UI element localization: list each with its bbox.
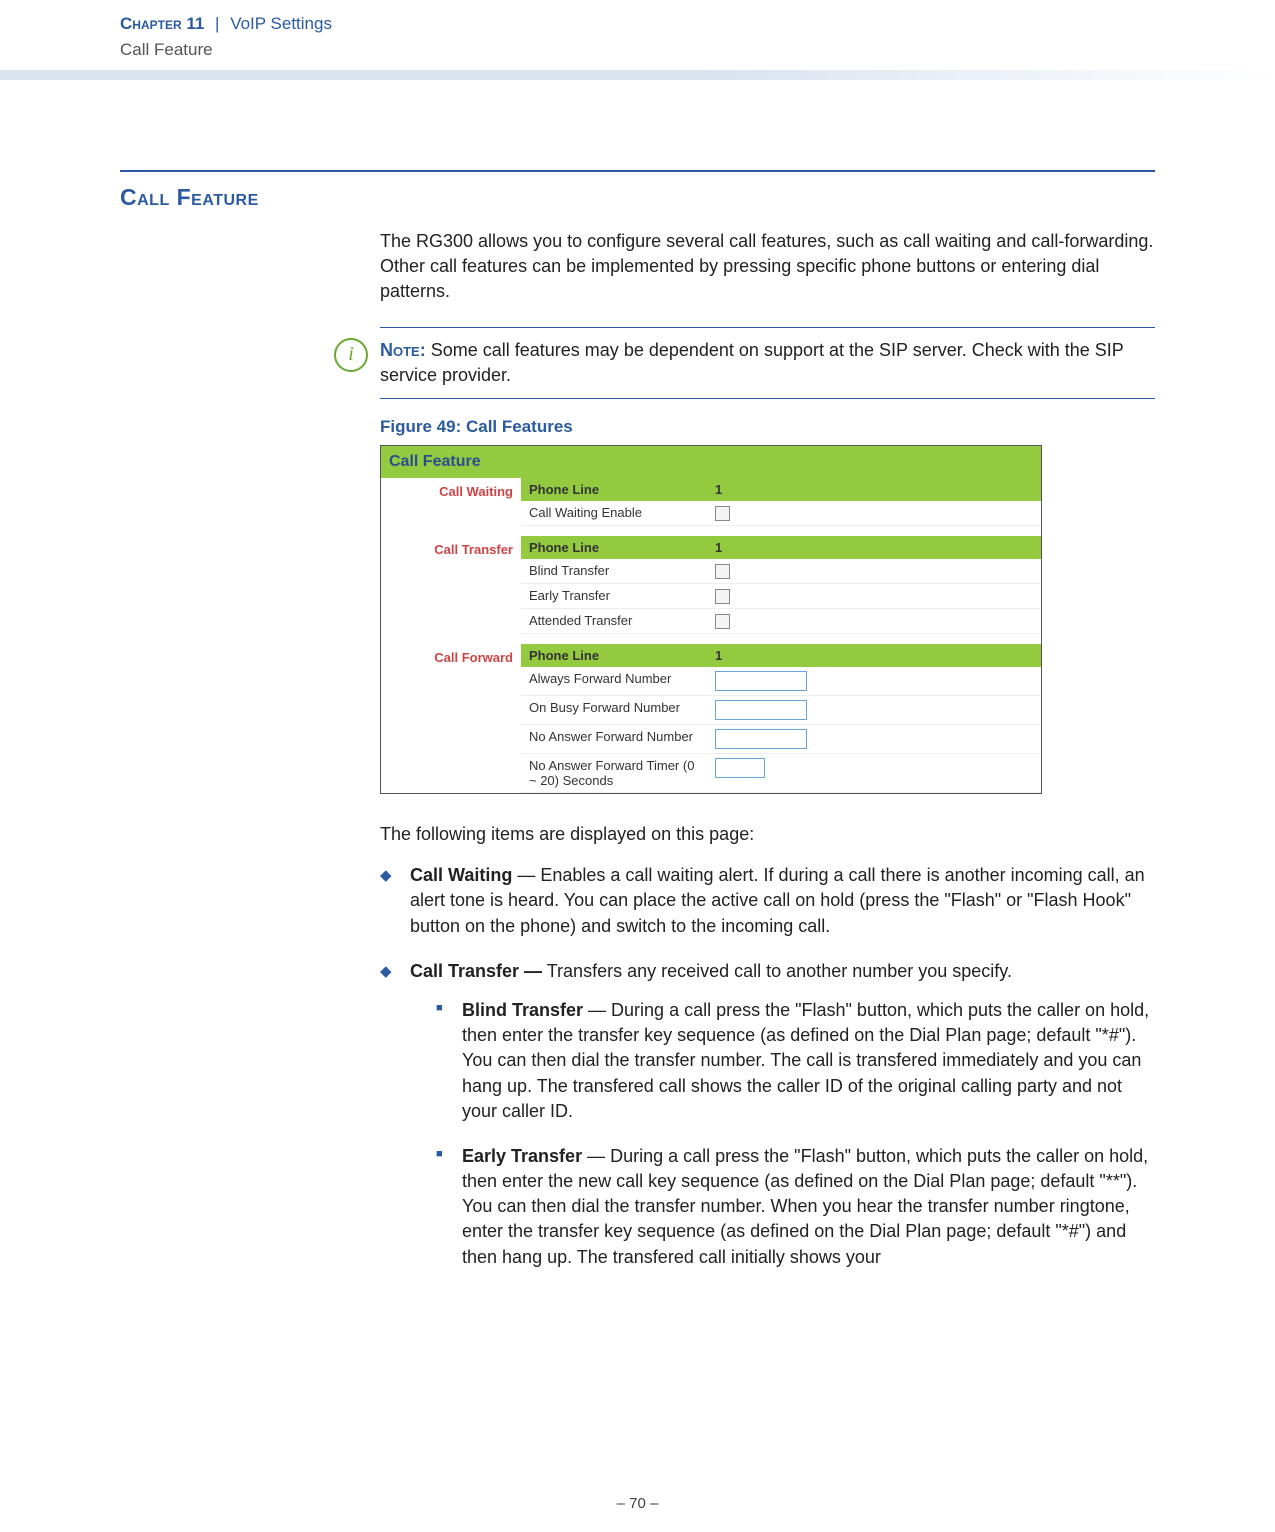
- figure-row: Always Forward Number: [521, 667, 1041, 696]
- page-header: Chapter 11 | VoIP Settings: [0, 0, 1275, 40]
- figure-row-label: No Answer Forward Timer (0 ~ 20) Seconds: [521, 754, 707, 792]
- list-item: Call Waiting — Enables a call waiting al…: [380, 863, 1155, 939]
- figure-section-call-waiting: Call Waiting Phone Line 1 Call Waiting E…: [381, 478, 1041, 536]
- sub-list: Blind Transfer — During a call press the…: [410, 998, 1155, 1270]
- items-intro: The following items are displayed on thi…: [380, 824, 1155, 845]
- figure-call-features: Call Feature Call Waiting Phone Line 1 C…: [380, 445, 1042, 794]
- item-title: Call Transfer —: [410, 961, 542, 981]
- chapter-title: VoIP Settings: [230, 14, 332, 33]
- item-list: Call Waiting — Enables a call waiting al…: [380, 863, 1155, 1270]
- call-waiting-enable-checkbox[interactable]: [715, 506, 730, 521]
- figure-row: Blind Transfer: [521, 559, 1041, 584]
- phone-line-value: 1: [707, 536, 1041, 559]
- figure-phone-line-row: Phone Line 1: [521, 536, 1041, 559]
- item-sep: —: [512, 865, 540, 885]
- phone-line-label: Phone Line: [521, 644, 707, 667]
- note-text: Note: Some call features may be dependen…: [380, 338, 1155, 388]
- figure-caption: Figure 49: Call Features: [380, 417, 1275, 437]
- page-subtitle: Call Feature: [0, 40, 1275, 70]
- figure-phone-line-row: Phone Line 1: [521, 644, 1041, 667]
- note-label: Note:: [380, 340, 426, 360]
- page: Chapter 11 | VoIP Settings Call Feature …: [0, 0, 1275, 1532]
- chapter-label: Chapter 11: [120, 14, 204, 33]
- figure-header: Call Feature: [381, 446, 1041, 478]
- on-busy-forward-number-input[interactable]: [715, 700, 807, 720]
- note-body: Some call features may be dependent on s…: [380, 340, 1123, 385]
- no-answer-forward-timer-input[interactable]: [715, 758, 765, 778]
- figure-row: Early Transfer: [521, 584, 1041, 609]
- figure-row-label: No Answer Forward Number: [521, 725, 707, 753]
- list-item: Call Transfer — Transfers any received c…: [380, 959, 1155, 1270]
- section-title: Call Feature: [120, 184, 1275, 211]
- figure-row: On Busy Forward Number: [521, 696, 1041, 725]
- phone-line-value: 1: [707, 478, 1041, 501]
- figure-row: Attended Transfer: [521, 609, 1041, 634]
- subitem-sep: —: [582, 1146, 610, 1166]
- figure-row: No Answer Forward Number: [521, 725, 1041, 754]
- figure-side-label: Call Waiting: [381, 478, 521, 536]
- figure-side-label: Call Forward: [381, 644, 521, 793]
- subitem-sep: —: [583, 1000, 611, 1020]
- info-icon: i: [334, 338, 368, 372]
- early-transfer-checkbox[interactable]: [715, 589, 730, 604]
- figure-side-label: Call Transfer: [381, 536, 521, 644]
- figure-section-call-transfer: Call Transfer Phone Line 1 Blind Transfe…: [381, 536, 1041, 644]
- item-title: Call Waiting: [410, 865, 512, 885]
- phone-line-value: 1: [707, 644, 1041, 667]
- section-rule: [120, 170, 1155, 172]
- always-forward-number-input[interactable]: [715, 671, 807, 691]
- figure-row-label: Early Transfer: [521, 584, 707, 608]
- phone-line-label: Phone Line: [521, 536, 707, 559]
- figure-section-call-forward: Call Forward Phone Line 1 Always Forward…: [381, 644, 1041, 793]
- figure-row: No Answer Forward Timer (0 ~ 20) Seconds: [521, 754, 1041, 793]
- item-text: Transfers any received call to another n…: [542, 961, 1012, 981]
- attended-transfer-checkbox[interactable]: [715, 614, 730, 629]
- no-answer-forward-number-input[interactable]: [715, 729, 807, 749]
- header-gradient: [0, 70, 1275, 80]
- figure-row-label: On Busy Forward Number: [521, 696, 707, 724]
- phone-line-label: Phone Line: [521, 478, 707, 501]
- figure-row-label: Attended Transfer: [521, 609, 707, 633]
- subitem-title: Early Transfer: [462, 1146, 582, 1166]
- figure-row-label: Call Waiting Enable: [521, 501, 707, 525]
- list-item: Blind Transfer — During a call press the…: [436, 998, 1155, 1124]
- figure-row: Call Waiting Enable: [521, 501, 1041, 526]
- blind-transfer-checkbox[interactable]: [715, 564, 730, 579]
- figure-row-label: Blind Transfer: [521, 559, 707, 583]
- list-item: Early Transfer — During a call press the…: [436, 1144, 1155, 1270]
- subitem-title: Blind Transfer: [462, 1000, 583, 1020]
- figure-phone-line-row: Phone Line 1: [521, 478, 1041, 501]
- header-separator: |: [215, 14, 219, 33]
- note-block: i Note: Some call features may be depend…: [380, 327, 1155, 399]
- intro-paragraph: The RG300 allows you to configure severa…: [380, 229, 1155, 305]
- page-number: – 70 –: [0, 1495, 1275, 1512]
- figure-row-label: Always Forward Number: [521, 667, 707, 695]
